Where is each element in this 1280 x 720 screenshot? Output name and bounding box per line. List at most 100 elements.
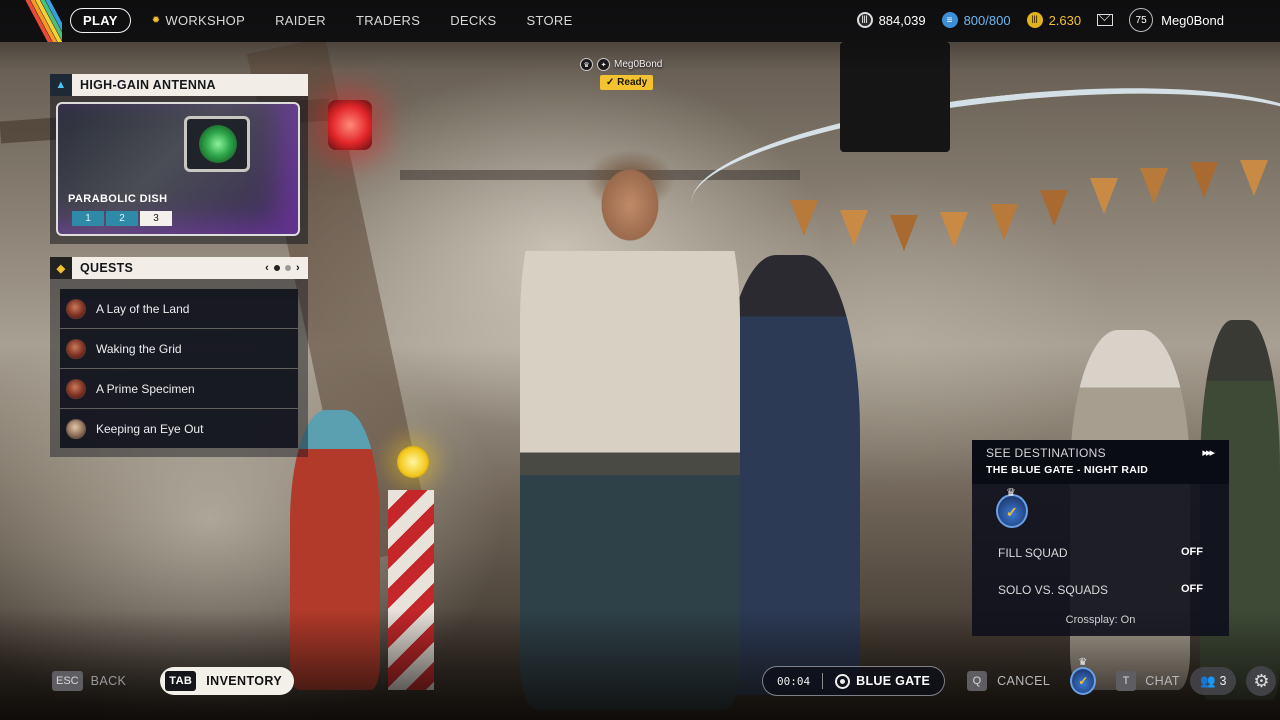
coins-value: 884,039 — [878, 12, 926, 28]
radar-screen-icon — [184, 116, 250, 172]
inventory-button[interactable]: TAB INVENTORY — [160, 667, 295, 695]
nav-raider[interactable]: RAIDER — [260, 8, 341, 33]
top-nav-bar: PLAY ✹ WORKSHOP RAIDER TRADERS DECKS STOR… — [0, 0, 1280, 42]
see-destinations-button[interactable]: SEE DESTINATIONS THE BLUE GATE - NIGHT R… — [972, 440, 1229, 484]
quest-giver-avatar — [66, 418, 86, 439]
nav-workshop-label: WORKSHOP — [165, 13, 246, 28]
fill-squad-toggle[interactable]: FILL SQUAD OFF — [998, 546, 1203, 560]
player-name: Meg0Bond — [614, 59, 663, 70]
nav-store-label: STORE — [526, 13, 573, 28]
quests-list: A Lay of the Land Waking the Grid A Prim… — [50, 279, 308, 457]
nav-workshop[interactable]: ✹ WORKSHOP — [137, 8, 260, 33]
esc-key[interactable]: ESC — [52, 671, 83, 691]
main-nav: PLAY ✹ WORKSHOP RAIDER TRADERS DECKS STOR… — [70, 8, 588, 33]
nav-traders[interactable]: TRADERS — [341, 8, 435, 33]
ready-label: Ready — [617, 77, 648, 88]
inventory-label: INVENTORY — [206, 674, 283, 688]
nav-store[interactable]: STORE — [512, 8, 588, 33]
tier-3[interactable]: 3 — [140, 211, 172, 226]
divider — [822, 673, 824, 689]
player-name-row: ♛ ✦ Meg0Bond — [580, 58, 662, 71]
quest-diamond-icon: ◆ — [50, 257, 72, 279]
pager-prev-button[interactable]: ‹ — [265, 262, 269, 274]
settings-gear-icon[interactable]: ⚙ — [1246, 666, 1277, 696]
card-title: PARABOLIC DISH — [68, 193, 168, 205]
see-destinations-label: SEE DESTINATIONS — [986, 446, 1106, 460]
platform-icon: ✦ — [597, 58, 610, 71]
ready-badge: ✓ Ready — [600, 75, 654, 90]
fill-squad-label: FILL SQUAD — [998, 546, 1068, 560]
chat-button[interactable]: T CHAT — [1116, 671, 1180, 691]
quest-giver-avatar — [66, 338, 86, 359]
bottom-right-controls: 00:04 BLUE GATE Q CANCEL T CHAT 👥 3 ⚙ — [762, 657, 1277, 696]
quests-panel-header: ◆ QUESTS ‹ › — [50, 257, 308, 279]
antenna-title: HIGH-GAIN ANTENNA — [80, 78, 216, 92]
coins-display[interactable]: Ⅲ 884,039 — [856, 12, 926, 28]
antenna-panel-header: ▲ HIGH-GAIN ANTENNA — [50, 74, 308, 96]
squad-emblem-icon — [996, 486, 1028, 528]
quest-label: A Lay of the Land — [96, 301, 190, 316]
nav-play-label: PLAY — [83, 13, 118, 28]
crossplay-status: Crossplay: On — [1065, 614, 1136, 626]
pager-dot-active[interactable] — [274, 265, 281, 271]
cancel-button[interactable]: Q CANCEL — [967, 671, 1050, 691]
user-profile[interactable]: 75 Meg0Bond — [1129, 8, 1224, 32]
level-badge: 75 — [1129, 8, 1154, 32]
pager-dot[interactable] — [285, 265, 292, 271]
nav-play[interactable]: PLAY — [70, 8, 131, 33]
map-label: BLUE GATE — [856, 674, 931, 688]
people-icon: 👥 — [1199, 673, 1216, 688]
quest-label: A Prime Specimen — [96, 381, 195, 396]
coin-icon: Ⅲ — [856, 12, 873, 28]
tier-selector: 1 2 3 — [72, 211, 172, 226]
friends-button[interactable]: 👥 3 — [1189, 667, 1237, 695]
tier-2[interactable]: 2 — [106, 211, 138, 226]
parabolic-dish-card[interactable]: PARABOLIC DISH 1 2 3 — [56, 102, 300, 236]
matchmaking-timer: 00:04 — [777, 674, 811, 688]
quest-label: Keeping an Eye Out — [96, 421, 204, 436]
quest-giver-avatar — [66, 298, 86, 319]
squad-badge-icon[interactable] — [1070, 657, 1097, 695]
destination-name: THE BLUE GATE - NIGHT RAID — [986, 464, 1149, 476]
credits-value: 800/800 — [963, 12, 1011, 28]
quest-item[interactable]: A Lay of the Land — [60, 289, 298, 328]
currency-bar: Ⅲ 884,039 ≡ 800/800 Ⅲ 2.630 75 Meg0Bond — [856, 8, 1224, 32]
location-target-icon — [835, 673, 851, 689]
crown-icon: ♛ — [580, 58, 593, 71]
username: Meg0Bond — [1161, 12, 1224, 28]
quests-pager: ‹ › — [265, 262, 300, 274]
cancel-label: CANCEL — [997, 674, 1051, 688]
token-icon: Ⅲ — [1026, 12, 1043, 28]
mail-icon[interactable] — [1097, 14, 1114, 26]
friends-count: 3 — [1219, 674, 1227, 688]
tokens-display[interactable]: Ⅲ 2.630 — [1026, 12, 1081, 28]
quest-label: Waking the Grid — [96, 341, 182, 356]
quests-title: QUESTS — [80, 261, 134, 275]
tier-1[interactable]: 1 — [72, 211, 104, 226]
quest-item[interactable]: A Prime Specimen — [60, 369, 298, 408]
quest-item[interactable]: Waking the Grid — [60, 329, 298, 368]
nav-traders-label: TRADERS — [355, 13, 421, 28]
quest-item[interactable]: Keeping an Eye Out — [60, 409, 298, 448]
credits-icon: ≡ — [941, 12, 958, 28]
antenna-panel: PARABOLIC DISH 1 2 3 — [50, 96, 308, 244]
triple-chevron-icon: ▸▸▸ — [1202, 447, 1215, 459]
back-button[interactable]: BACK — [91, 674, 127, 688]
chat-label: CHAT — [1145, 674, 1180, 688]
matchmaking-bar: 00:04 BLUE GATE — [762, 666, 946, 696]
credits-display[interactable]: ≡ 800/800 — [941, 12, 1011, 28]
red-warning-light — [328, 100, 372, 150]
t-key: T — [1116, 671, 1137, 691]
pager-next-button[interactable]: › — [296, 262, 300, 274]
player-tag: ♛ ✦ Meg0Bond ✓ Ready — [580, 58, 662, 90]
rainbow-logo-stripes — [0, 0, 62, 42]
quest-giver-avatar — [66, 378, 86, 399]
nav-decks-label: DECKS — [450, 13, 497, 28]
solo-vs-squads-toggle[interactable]: SOLO VS. SQUADS OFF — [998, 583, 1203, 597]
nav-decks[interactable]: DECKS — [435, 8, 511, 33]
workshop-gear-icon: ✹ — [151, 15, 161, 26]
destination-panel: SEE DESTINATIONS THE BLUE GATE - NIGHT R… — [972, 440, 1229, 636]
solo-label: SOLO VS. SQUADS — [998, 583, 1109, 597]
solo-value: OFF — [1181, 583, 1203, 595]
yellow-beacon-light — [397, 446, 429, 478]
